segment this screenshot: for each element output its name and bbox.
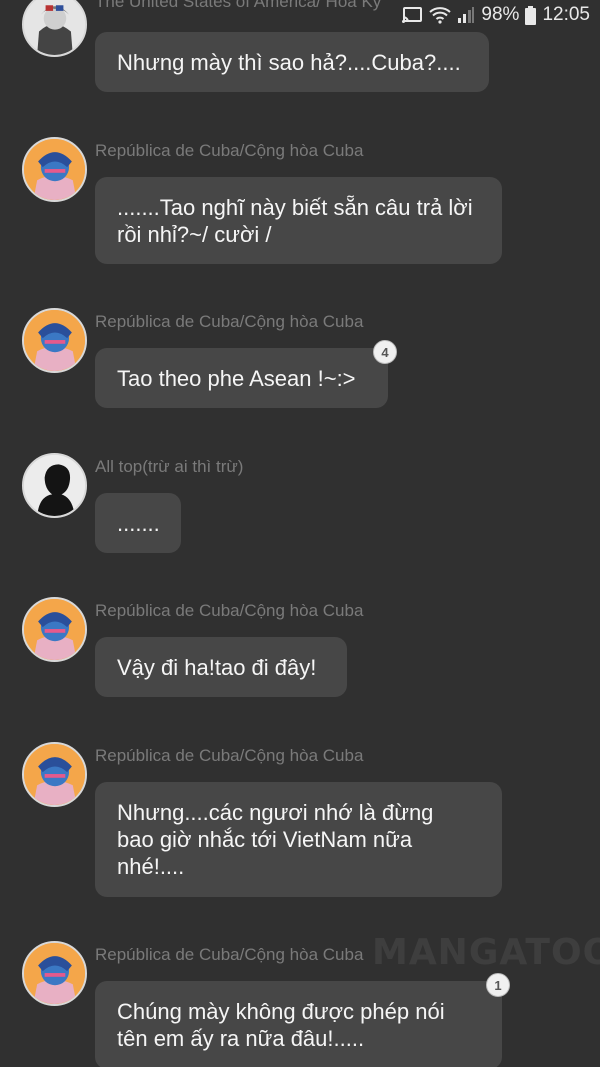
battery-icon [525, 5, 537, 25]
sender-name: República de Cuba/Cộng hòa Cuba [95, 601, 364, 620]
cuba-avatar[interactable] [22, 137, 87, 202]
message-text: Vậy đi ha!tao đi đây! [117, 654, 317, 680]
message-text: ....... [117, 510, 160, 536]
silhouette-avatar[interactable] [22, 453, 87, 518]
message-bubble[interactable]: ....... [95, 493, 181, 553]
message-bubble[interactable]: Tao theo phe Asean !~:> [95, 348, 388, 408]
signal-icon [457, 6, 475, 24]
cuba-avatar[interactable] [22, 308, 87, 373]
sender-name: República de Cuba/Cộng hòa Cuba [95, 945, 364, 964]
message-text: Chúng mày không được phép nói tên em ấy … [117, 999, 445, 1051]
message-bubble[interactable]: Chúng mày không được phép nói tên em ấy … [95, 981, 502, 1067]
sender-name: The United States of America/ Hoa Kỳ [95, 0, 382, 11]
message-bubble[interactable]: Nhưng mày thì sao hả?....Cuba?.... [95, 32, 489, 92]
message-text: .......Tao nghĩ này biết sẵn câu trả lời… [117, 194, 473, 247]
message-text: Nhưng mày thì sao hả?....Cuba?.... [117, 49, 461, 75]
cuba-avatar[interactable] [22, 597, 87, 662]
message-text: Tao theo phe Asean !~:> [117, 365, 356, 391]
status-bar: 98% 12:05 [401, 4, 590, 26]
cast-icon [401, 6, 423, 24]
cuba-avatar[interactable] [22, 941, 87, 1006]
message-bubble[interactable]: Nhưng....các ngươi nhớ là đừng bao giờ n… [95, 782, 502, 897]
reaction-count-badge[interactable]: 1 [486, 973, 510, 997]
clock: 12:05 [542, 4, 590, 25]
sender-name: República de Cuba/Cộng hòa Cuba [95, 312, 364, 331]
message-bubble[interactable]: .......Tao nghĩ này biết sẵn câu trả lời… [95, 177, 502, 264]
message-bubble[interactable]: Vậy đi ha!tao đi đây! [95, 637, 347, 697]
watermark: MANGATOON [372, 932, 600, 973]
battery-percent: 98% [481, 4, 520, 25]
usa-avatar[interactable] [22, 0, 87, 57]
sender-name: República de Cuba/Cộng hòa Cuba [95, 141, 364, 160]
sender-name: República de Cuba/Cộng hòa Cuba [95, 746, 364, 765]
cuba-avatar[interactable] [22, 742, 87, 807]
message-text: Nhưng....các ngươi nhớ là đừng bao giờ n… [117, 800, 434, 879]
wifi-icon [429, 6, 452, 24]
sender-name: All top(trừ ai thì trừ) [95, 457, 244, 476]
reaction-count-badge[interactable]: 4 [373, 340, 397, 364]
